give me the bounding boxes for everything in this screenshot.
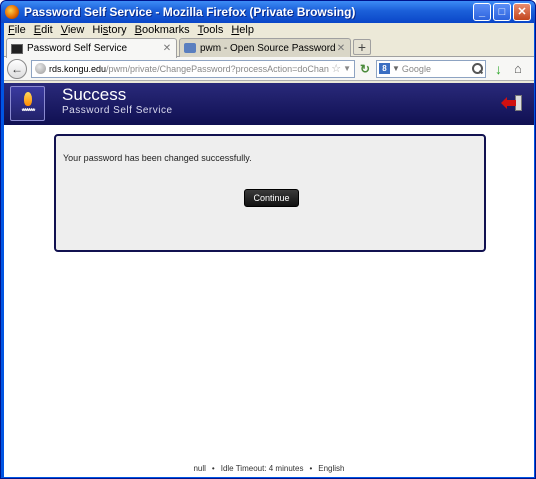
home-icon[interactable]: ⌂ [514, 61, 522, 76]
page-viewport: ****** Success Password Self Service You… [4, 83, 534, 477]
page-header: ****** Success Password Self Service [4, 83, 534, 125]
tab-password-self-service[interactable]: Password Self Service ✕ [6, 38, 177, 58]
menu-bookmarks[interactable]: Bookmarks [135, 24, 190, 36]
continue-button[interactable]: Continue [244, 189, 299, 207]
search-input[interactable]: Google [402, 64, 471, 74]
tab-label: pwm - Open Source Password Self Servic..… [200, 42, 335, 54]
language-selector[interactable]: English [318, 464, 344, 473]
page-footer: null • Idle Timeout: 4 minutes • English [193, 464, 345, 473]
footer-null: null [193, 464, 206, 473]
menu-tools[interactable]: Tools [198, 24, 224, 36]
window-title: Password Self Service - Mozilla Firefox … [24, 5, 356, 19]
title-bar[interactable]: Password Self Service - Mozilla Firefox … [1, 1, 535, 23]
tab-close-icon[interactable]: ✕ [335, 43, 347, 54]
url-path: /pwm/private/ChangePassword?processActio… [106, 63, 329, 74]
url-dropdown-icon[interactable]: ▼ [343, 64, 351, 73]
page-title: Success [62, 85, 127, 104]
back-arrow-icon: ← [11, 61, 23, 76]
idle-timeout: Idle Timeout: 4 minutes [220, 464, 304, 473]
page-subtitle: Password Self Service [62, 105, 173, 116]
minimize-button[interactable]: _ [473, 3, 491, 21]
success-message-box: Your password has been changed successfu… [54, 134, 486, 252]
tab-close-icon[interactable]: ✕ [161, 43, 173, 54]
success-message: Your password has been changed successfu… [63, 153, 252, 163]
menu-edit[interactable]: Edit [34, 24, 53, 36]
menu-view[interactable]: View [61, 24, 85, 36]
firefox-logo-icon [5, 5, 19, 19]
menu-bar: File Edit View History Bookmarks Tools H… [4, 23, 534, 37]
pwm-logo-icon: ****** [10, 86, 45, 121]
close-button[interactable]: ✕ [513, 3, 531, 21]
bookmark-star-icon[interactable]: ☆ [331, 62, 341, 75]
tab-pwm-open-source[interactable]: pwm - Open Source Password Self Servic..… [179, 38, 351, 57]
search-bar[interactable]: 8 ▼ Google [376, 59, 486, 78]
menu-help[interactable]: Help [231, 24, 254, 36]
new-tab-button[interactable]: + [353, 39, 371, 55]
tab-label: Password Self Service [27, 43, 128, 54]
navigation-bar: ← rds.kongu.edu/pwm/private/ChangePasswo… [4, 57, 534, 81]
maximize-button[interactable]: □ [493, 3, 511, 21]
menu-history[interactable]: History [92, 24, 126, 36]
search-engine-dropdown-icon[interactable]: ▼ [392, 64, 400, 73]
menu-file[interactable]: File [8, 24, 26, 36]
logout-icon[interactable] [501, 95, 522, 111]
site-favicon-icon [11, 43, 23, 54]
downloads-icon[interactable]: ↓ [495, 61, 502, 77]
search-icon[interactable] [471, 62, 483, 75]
pwm-favicon-icon [184, 43, 196, 53]
url-domain: rds.kongu.edu [49, 63, 107, 74]
browser-client: File Edit View History Bookmarks Tools H… [4, 23, 534, 477]
browser-window: Password Self Service - Mozilla Firefox … [0, 0, 536, 479]
site-identity-icon[interactable] [35, 63, 46, 74]
url-bar[interactable]: rds.kongu.edu/pwm/private/ChangePassword… [31, 59, 355, 78]
tab-strip: Password Self Service ✕ pwm - Open Sourc… [4, 37, 534, 58]
back-button[interactable]: ← [7, 58, 27, 79]
window-controls: _ □ ✕ [473, 3, 531, 21]
search-engine-icon[interactable]: 8 [379, 63, 390, 74]
reload-icon[interactable]: ↻ [358, 62, 372, 76]
